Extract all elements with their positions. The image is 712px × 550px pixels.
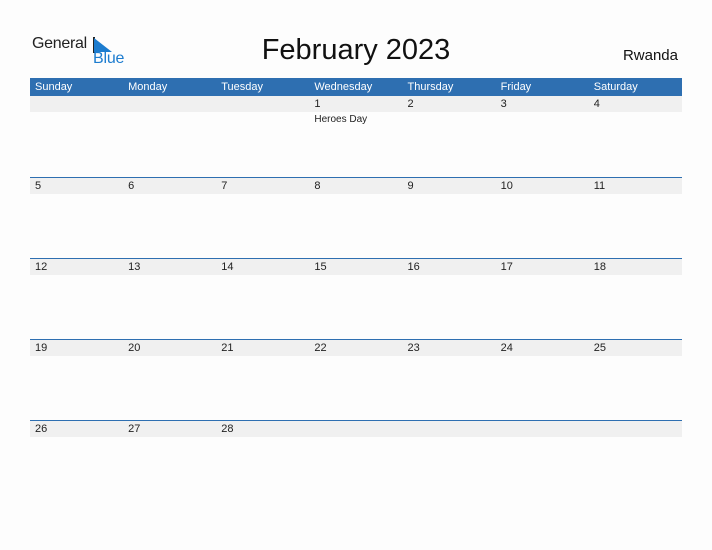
events-row bbox=[30, 194, 682, 196]
weekday-friday: Friday bbox=[500, 81, 532, 93]
day-number bbox=[496, 421, 589, 437]
weekday-monday: Monday bbox=[128, 81, 168, 93]
day-number: 22 bbox=[314, 342, 327, 354]
day-number: 20 bbox=[128, 342, 141, 354]
events-row: Heroes Day bbox=[30, 112, 682, 125]
weekday-saturday: Saturday bbox=[593, 81, 638, 93]
day-number: 14 bbox=[221, 261, 234, 273]
events-row bbox=[30, 275, 682, 277]
day-number: 26 bbox=[35, 423, 48, 435]
weekday-tuesday: Tuesday bbox=[221, 81, 264, 93]
day-event bbox=[403, 114, 496, 125]
events-row bbox=[30, 437, 682, 439]
date-band: 26 27 28 bbox=[30, 421, 682, 437]
day-number bbox=[309, 421, 402, 437]
day-number: 24 bbox=[500, 342, 513, 354]
day-number: 2 bbox=[407, 98, 414, 110]
day-number: 27 bbox=[128, 423, 141, 435]
week-row: 26 27 28 bbox=[30, 420, 682, 501]
day-event bbox=[589, 114, 682, 125]
weekday-sunday: Sunday bbox=[35, 81, 73, 93]
day-number: 4 bbox=[593, 98, 600, 110]
date-band: 1 2 3 4 bbox=[30, 96, 682, 112]
day-number: 17 bbox=[500, 261, 513, 273]
day-event bbox=[30, 114, 123, 125]
day-number: 18 bbox=[593, 261, 606, 273]
day-number bbox=[216, 96, 309, 112]
date-band: 19 20 21 22 23 24 25 bbox=[30, 340, 682, 356]
day-event bbox=[496, 114, 589, 125]
day-number: 12 bbox=[35, 261, 48, 273]
day-number: 25 bbox=[593, 342, 606, 354]
week-row: 1 2 3 4 Heroes Day bbox=[30, 96, 682, 177]
day-event bbox=[216, 114, 309, 125]
page-title: February 2023 bbox=[261, 34, 451, 66]
country-label: Rwanda bbox=[622, 47, 678, 64]
day-number: 11 bbox=[593, 180, 606, 192]
day-number: 5 bbox=[35, 180, 42, 192]
date-band: 12 13 14 15 16 17 18 bbox=[30, 259, 682, 275]
day-number: 6 bbox=[128, 180, 135, 192]
day-number: 16 bbox=[407, 261, 420, 273]
day-number: 21 bbox=[221, 342, 234, 354]
day-number bbox=[589, 421, 682, 437]
day-number: 19 bbox=[35, 342, 48, 354]
day-number bbox=[123, 96, 216, 112]
date-band: 5 6 7 8 9 10 11 bbox=[30, 178, 682, 194]
day-number: 10 bbox=[500, 180, 513, 192]
day-event: Heroes Day bbox=[314, 114, 368, 125]
day-number: 13 bbox=[128, 261, 141, 273]
day-number: 9 bbox=[407, 180, 414, 192]
day-number: 15 bbox=[314, 261, 327, 273]
day-number bbox=[30, 96, 123, 112]
day-event bbox=[123, 114, 216, 125]
day-number: 28 bbox=[221, 423, 234, 435]
day-number: 1 bbox=[314, 98, 321, 110]
week-row: 12 13 14 15 16 17 18 bbox=[30, 258, 682, 339]
weekday-wednesday: Wednesday bbox=[314, 81, 373, 93]
day-number: 23 bbox=[407, 342, 420, 354]
weekday-header: Sunday Monday Tuesday Wednesday Thursday… bbox=[30, 78, 682, 96]
week-row: 19 20 21 22 23 24 25 bbox=[30, 339, 682, 420]
calendar-grid: Sunday Monday Tuesday Wednesday Thursday… bbox=[30, 78, 682, 501]
day-number bbox=[403, 421, 496, 437]
week-row: 5 6 7 8 9 10 11 bbox=[30, 177, 682, 258]
day-number: 8 bbox=[314, 180, 321, 192]
events-row bbox=[30, 356, 682, 358]
day-number: 7 bbox=[221, 180, 228, 192]
day-number: 3 bbox=[500, 98, 507, 110]
weekday-thursday: Thursday bbox=[407, 81, 454, 93]
